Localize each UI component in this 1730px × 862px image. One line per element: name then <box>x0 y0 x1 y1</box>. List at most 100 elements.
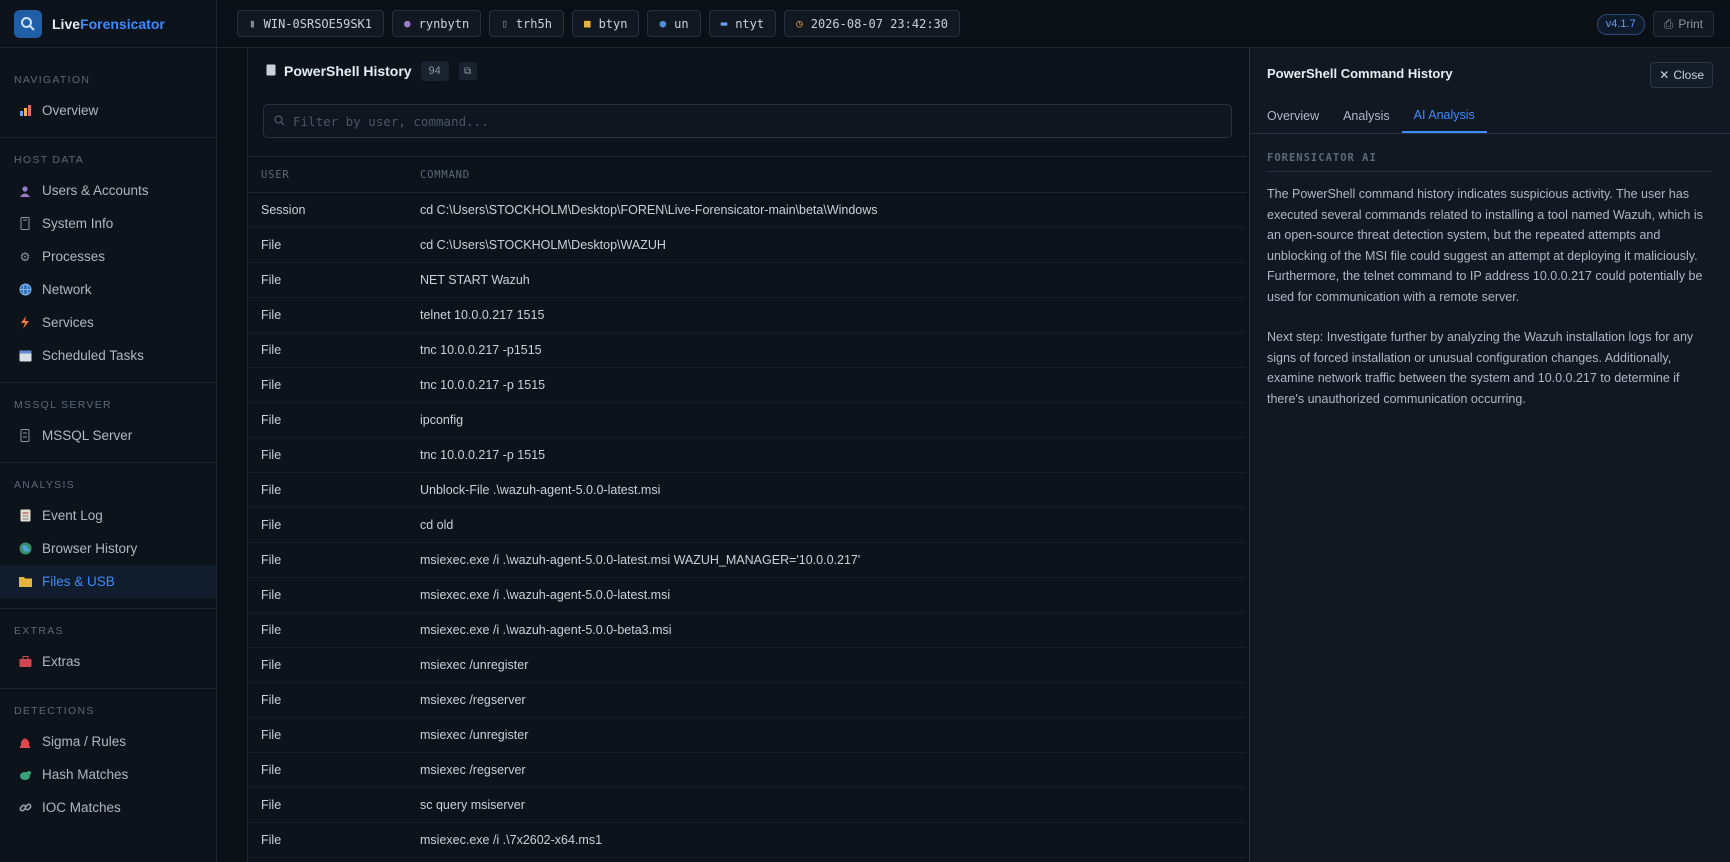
document-icon <box>266 64 276 79</box>
calendar-icon <box>18 349 32 363</box>
count-badge: 94 <box>420 61 449 81</box>
nav-section-analysis: ANALYSIS Event Log Browser History Files… <box>0 463 216 609</box>
nav-heading: HOST DATA <box>14 154 85 166</box>
sidebar-item-files-usb[interactable]: Files & USB <box>0 565 216 598</box>
alarm-icon <box>18 735 32 749</box>
row-command: msiexec /unregister <box>420 717 1247 753</box>
globe-icon: ● <box>659 17 667 30</box>
row-command: msiexec /regserver <box>420 752 1247 788</box>
table-row[interactable]: File msiexec.exe /i .\wazuh-agent-5.0.0-b… <box>248 612 1247 648</box>
nav-heading: EXTRAS <box>14 625 64 637</box>
print-button[interactable]: ⎙ Print <box>1652 11 1714 37</box>
row-user: File <box>248 472 420 508</box>
row-command: tnc 10.0.0.217 -p 1515 <box>420 367 1247 403</box>
table-row[interactable]: File tnc 10.0.0.217 -p 1515 <box>248 437 1247 473</box>
table-row[interactable]: File msiexec /regserver <box>248 682 1247 718</box>
details-tabs: Overview Analysis AI Analysis <box>1250 98 1730 134</box>
panel-header: PowerShell History 94 ⧉ <box>248 48 1247 94</box>
user-icon: ● <box>404 17 411 30</box>
topbar-actions: v4.1.7 ⎙ Print <box>1596 11 1714 37</box>
filter-input[interactable] <box>293 113 1193 129</box>
table-row[interactable]: File cd old <box>248 507 1247 543</box>
row-command: NET START Wazuh <box>420 262 1247 298</box>
close-button[interactable]: ✕ Close <box>1650 62 1713 88</box>
nav-heading: ANALYSIS <box>14 479 75 491</box>
sidebar-item-event-log[interactable]: Event Log <box>0 499 216 532</box>
row-user: File <box>248 787 420 823</box>
sidebar-item-network[interactable]: Network <box>0 273 216 306</box>
chip-os: ▬ ntyt <box>708 10 777 37</box>
row-user: File <box>248 717 420 753</box>
hash-icon <box>18 768 32 782</box>
sidebar-item-services[interactable]: Services <box>0 306 216 339</box>
nav-section-navigation: NAVIGATION Overview <box>0 48 216 138</box>
brand[interactable]: LiveForensicator <box>0 0 216 48</box>
row-user: File <box>248 682 420 718</box>
table-row[interactable]: File msiexec.exe /i .\wazuh-agent-5.0.0-l… <box>248 542 1247 578</box>
table-row[interactable]: File msiexec /unregister <box>248 647 1247 683</box>
ai-analysis-body: FORENSICATOR AI The PowerShell command h… <box>1250 134 1730 409</box>
row-user: File <box>248 752 420 788</box>
table-row[interactable]: File Unblock-File .\wazuh-agent-5.0.0-lat… <box>248 472 1247 508</box>
nav-section-mssql: MSSQL SERVER MSSQL Server <box>0 383 216 463</box>
row-user: File <box>248 367 420 403</box>
details-title: PowerShell Command History <box>1267 65 1453 81</box>
copy-icon[interactable]: ⧉ <box>458 62 477 80</box>
sidebar-item-processes[interactable]: ⚙ Processes <box>0 240 216 273</box>
sidebar-item-extras[interactable]: Extras <box>0 645 216 678</box>
panel-title: PowerShell History <box>284 63 412 79</box>
folder-icon <box>18 575 32 589</box>
row-command: telnet 10.0.0.217 1515 <box>420 297 1247 333</box>
row-user: File <box>248 647 420 683</box>
browser-globe-icon <box>18 542 32 556</box>
table-row[interactable]: File msiexec.exe /i .\7x2602-x64.ms1 <box>248 822 1247 858</box>
clock-icon: ◷ <box>796 17 803 30</box>
table-row[interactable]: File tnc 10.0.0.217 -p1515 <box>248 332 1247 368</box>
nav-section-extras: EXTRAS Extras <box>0 609 216 689</box>
monitor-icon: ▬ <box>720 17 728 30</box>
table-row[interactable]: File sc query msiserver <box>248 787 1247 823</box>
document-icon: ▯ <box>501 17 508 30</box>
row-user: File <box>248 822 420 858</box>
filter-wrap <box>248 94 1247 148</box>
powershell-history-panel: PowerShell History 94 ⧉ USER COMMAND Ses… <box>247 48 1247 862</box>
chip-hostname: ▮ WIN-0SRSOE59SK1 <box>237 10 384 37</box>
sidebar-item-ioc-matches[interactable]: IOC Matches <box>0 791 216 824</box>
table-row[interactable]: File ipconfig <box>248 402 1247 438</box>
nav-section-host-data: HOST DATA Users & Accounts System Info ⚙… <box>0 138 216 383</box>
table-row[interactable]: File msiexec /unregister <box>248 717 1247 753</box>
table-row[interactable]: File cd C:\Users\STOCKHOLM\Desktop\WAZUH <box>248 227 1247 263</box>
chip-domain: ● un <box>647 10 701 37</box>
row-command: msiexec.exe /i .\wazuh-agent-5.0.0-beta3… <box>420 612 1247 648</box>
chart-icon <box>18 104 32 118</box>
table-row[interactable]: File msiexec /regserver <box>248 752 1247 788</box>
chip-timestamp: ◷ 2026-08-07 23:42:30 <box>784 10 960 37</box>
row-command: sc query msiserver <box>420 787 1247 823</box>
sidebar-item-sigma-rules[interactable]: Sigma / Rules <box>0 725 216 758</box>
sidebar-item-mssql-server[interactable]: MSSQL Server <box>0 419 216 452</box>
sidebar-item-overview[interactable]: Overview <box>0 94 216 127</box>
column-header-command[interactable]: COMMAND <box>420 156 1247 193</box>
chip-user: ● rynbytn <box>392 10 482 37</box>
printer-icon: ⎙ <box>1663 16 1674 31</box>
row-user: File <box>248 297 420 333</box>
table-row[interactable]: File tnc 10.0.0.217 -p 1515 <box>248 367 1247 403</box>
table-row[interactable]: Session cd C:\Users\STOCKHOLM\Desktop\FOR… <box>248 192 1247 228</box>
tab-analysis[interactable]: Analysis <box>1331 98 1402 133</box>
table-row[interactable]: File msiexec.exe /i .\wazuh-agent-5.0.0-l… <box>248 577 1247 613</box>
table-body: Session cd C:\Users\STOCKHOLM\Desktop\FOR… <box>248 192 1247 858</box>
sidebar-item-system-info[interactable]: System Info <box>0 207 216 240</box>
tab-overview[interactable]: Overview <box>1255 98 1331 133</box>
sidebar-item-users-accounts[interactable]: Users & Accounts <box>0 174 216 207</box>
sidebar-item-hash-matches[interactable]: Hash Matches <box>0 758 216 791</box>
sidebar-item-scheduled-tasks[interactable]: Scheduled Tasks <box>0 339 216 372</box>
tab-ai-analysis[interactable]: AI Analysis <box>1401 98 1487 133</box>
row-command: cd C:\Users\STOCKHOLM\Desktop\WAZUH <box>420 227 1247 263</box>
table-row[interactable]: File telnet 10.0.0.217 1515 <box>248 297 1247 333</box>
column-header-user[interactable]: USER <box>248 156 420 193</box>
table-row[interactable]: File NET START Wazuh <box>248 262 1247 298</box>
history-table: USER COMMAND Session cd C:\Users\STOCKHOL… <box>248 156 1247 858</box>
chip-document: ▯ trh5h <box>489 10 564 37</box>
row-user: File <box>248 507 420 543</box>
sidebar-item-browser-history[interactable]: Browser History <box>0 532 216 565</box>
